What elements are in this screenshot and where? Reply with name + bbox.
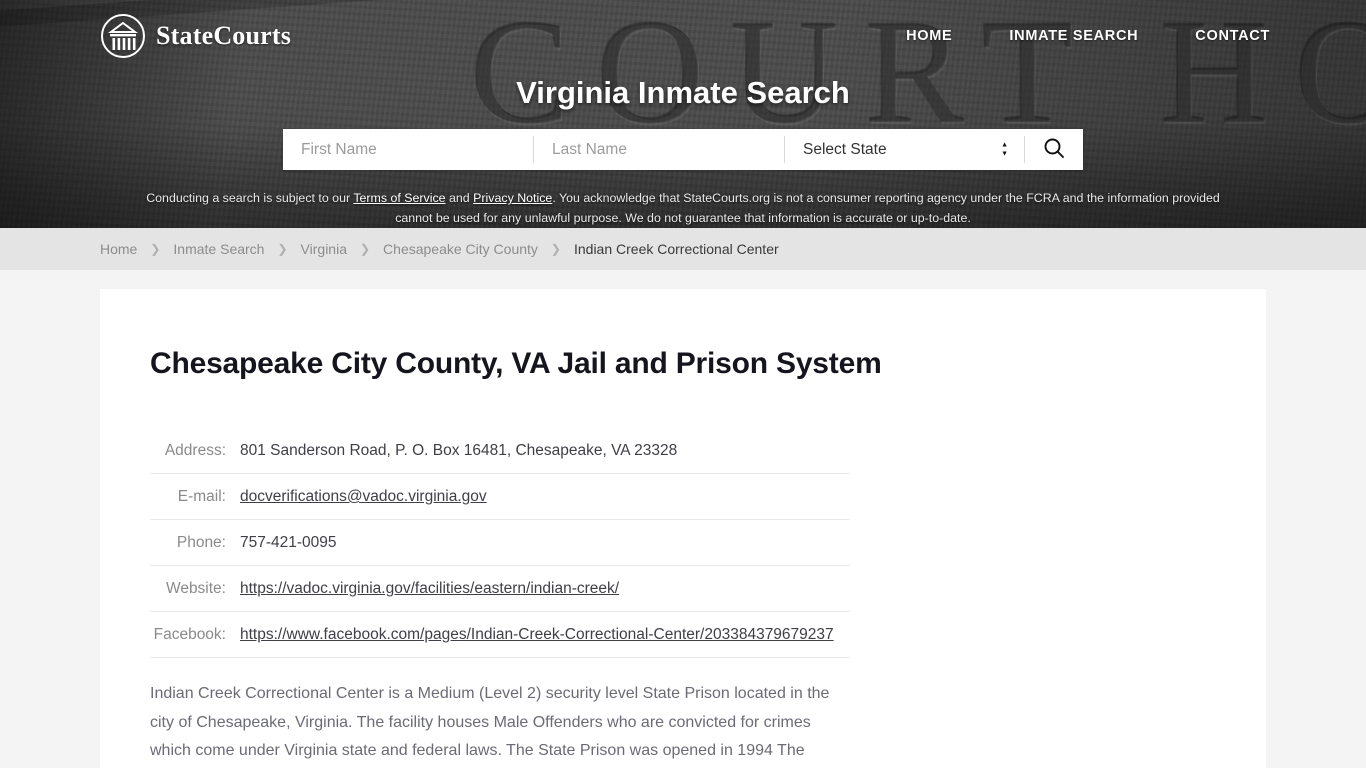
table-row: Facebook: https://www.facebook.com/pages… [150, 611, 850, 658]
detail-label-website: Website: [150, 565, 240, 612]
breadcrumb-item-virginia[interactable]: Virginia [301, 241, 347, 257]
state-select-value: Select State [803, 140, 887, 158]
email-link[interactable]: docverifications@vadoc.virginia.gov [240, 488, 487, 505]
table-row: Phone: 757-421-0095 [150, 519, 850, 566]
first-name-input[interactable] [283, 129, 533, 170]
breadcrumb-separator-icon: ❯ [359, 242, 371, 256]
brand-logo[interactable]: StateCourts [100, 13, 291, 59]
breadcrumb: Home ❯ Inmate Search ❯ Virginia ❯ Chesap… [100, 241, 779, 257]
detail-label-address: Address: [150, 428, 240, 474]
website-link[interactable]: https://vadoc.virginia.gov/facilities/ea… [240, 580, 619, 597]
detail-value-address: 801 Sanderson Road, P. O. Box 16481, Che… [240, 428, 850, 474]
facility-details-table: Address: 801 Sanderson Road, P. O. Box 1… [150, 428, 850, 658]
hero-heading: Virginia Inmate Search [516, 75, 850, 110]
terms-of-service-link[interactable]: Terms of Service [353, 191, 445, 205]
table-row: E-mail: docverifications@vadoc.virginia.… [150, 473, 850, 520]
main-nav: HOME INMATE SEARCH CONTACT [906, 28, 1270, 44]
disclaimer-text-2: and [445, 191, 474, 205]
breadcrumb-item-current: Indian Creek Correctional Center [573, 241, 779, 257]
detail-label-facebook: Facebook: [150, 611, 240, 658]
top-bar: StateCourts HOME INMATE SEARCH CONTACT [0, 0, 1366, 72]
last-name-input[interactable] [534, 129, 784, 170]
search-disclaimer: Conducting a search is subject to our Te… [128, 188, 1238, 228]
brand-name: StateCourts [156, 21, 292, 50]
nav-item-inmate-search[interactable]: INMATE SEARCH [1009, 28, 1138, 44]
breadcrumb-separator-icon: ❯ [150, 242, 161, 256]
search-form: Select State ▲▼ [0, 129, 1366, 170]
detail-value-facebook: https://www.facebook.com/pages/Indian-Cr… [240, 611, 850, 658]
breadcrumb-item-inmate-search[interactable]: Inmate Search [173, 241, 264, 257]
detail-label-phone: Phone: [150, 519, 240, 566]
breadcrumb-bar: Home ❯ Inmate Search ❯ Virginia ❯ Chesap… [0, 228, 1366, 270]
description-text-1: Indian Creek Correctional Center is a Me… [150, 685, 830, 759]
detail-label-email: E-mail: [150, 473, 240, 520]
table-row: Address: 801 Sanderson Road, P. O. Box 1… [150, 428, 850, 474]
disclaimer-text-1: Conducting a search is subject to our [146, 191, 354, 205]
privacy-notice-link[interactable]: Privacy Notice [473, 191, 552, 205]
facebook-link[interactable]: https://www.facebook.com/pages/Indian-Cr… [240, 626, 834, 643]
chevron-updown-icon: ▲ ▼ [1001, 141, 1008, 157]
detail-value-email: docverifications@vadoc.virginia.gov [240, 473, 850, 520]
breadcrumb-separator-icon: ❯ [277, 242, 288, 256]
table-row: Website: https://vadoc.virginia.gov/faci… [150, 565, 850, 612]
breadcrumb-item-chesapeake-city-county[interactable]: Chesapeake City County [383, 241, 538, 257]
nav-item-contact[interactable]: CONTACT [1195, 28, 1270, 44]
search-icon [1042, 136, 1066, 163]
nav-item-home[interactable]: HOME [906, 28, 952, 44]
breadcrumb-item-home[interactable]: Home [100, 241, 137, 257]
state-select[interactable]: Select State ▲ ▼ [785, 129, 1024, 170]
page-title: Chesapeake City County, VA Jail and Pris… [150, 347, 882, 380]
detail-value-website: https://vadoc.virginia.gov/facilities/ea… [240, 565, 850, 612]
courthouse-circle-icon [100, 13, 146, 59]
detail-value-phone: 757-421-0095 [240, 519, 850, 566]
content-card: Chesapeake City County, VA Jail and Pris… [100, 289, 1266, 768]
site-header: StateCourts HOME INMATE SEARCH CONTACT V… [0, 0, 1366, 228]
breadcrumb-separator-icon: ❯ [550, 242, 561, 256]
search-submit-button[interactable] [1025, 129, 1083, 170]
facility-description: Indian Creek Correctional Center is a Me… [150, 680, 850, 768]
